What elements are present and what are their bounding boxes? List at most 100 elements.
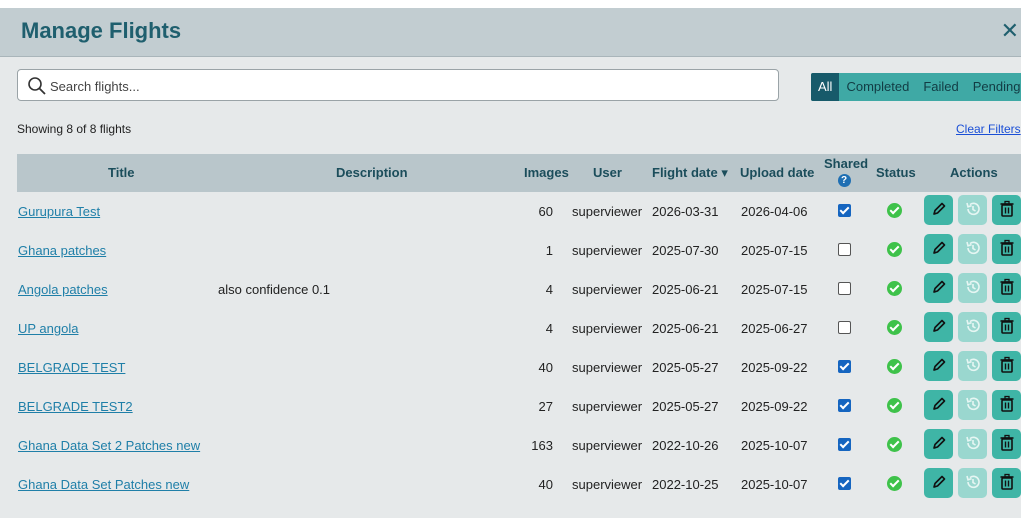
- shared-label: Shared: [824, 156, 869, 171]
- flight-images-count: 4: [545, 321, 553, 336]
- flight-user: superviewer: [572, 360, 643, 375]
- check-circle-icon: [887, 203, 902, 218]
- flight-date: 2026-03-31: [652, 204, 719, 219]
- column-flight-date[interactable]: Flight date ▾: [652, 165, 728, 181]
- edit-button[interactable]: [924, 468, 953, 498]
- flight-date: 2025-06-21: [652, 321, 719, 336]
- check-circle-icon: [887, 320, 902, 335]
- delete-button[interactable]: [992, 351, 1021, 381]
- flight-images-count: 27: [538, 399, 553, 414]
- upload-date: 2026-04-06: [741, 204, 808, 219]
- check-circle-icon: [887, 476, 902, 491]
- delete-button[interactable]: [992, 195, 1021, 225]
- delete-button[interactable]: [992, 468, 1021, 498]
- filter-completed[interactable]: Completed: [839, 73, 916, 101]
- pencil-icon: [931, 279, 947, 298]
- edit-button[interactable]: [924, 351, 953, 381]
- clear-filters-link[interactable]: Clear Filters: [956, 122, 1021, 136]
- restore-button[interactable]: [958, 234, 987, 264]
- restore-button[interactable]: [958, 429, 987, 459]
- trash-icon: [999, 239, 1015, 260]
- filter-failed[interactable]: Failed: [916, 73, 965, 101]
- flight-images-count: 163: [531, 438, 553, 453]
- history-icon: [964, 434, 982, 455]
- search-input[interactable]: [48, 75, 752, 97]
- flight-title-link[interactable]: Ghana Data Set 2 Patches new: [18, 438, 200, 453]
- close-icon[interactable]: ✕: [1001, 18, 1019, 44]
- restore-button[interactable]: [958, 390, 987, 420]
- flight-title-link[interactable]: BELGRADE TEST2: [18, 399, 133, 414]
- edit-button[interactable]: [924, 312, 953, 342]
- edit-button[interactable]: [924, 273, 953, 303]
- upload-date: 2025-06-27: [741, 321, 808, 336]
- edit-button[interactable]: [924, 234, 953, 264]
- pencil-icon: [931, 357, 947, 376]
- filter-pending[interactable]: Pending: [966, 73, 1021, 101]
- shared-checkbox[interactable]: [838, 243, 851, 256]
- flight-user: superviewer: [572, 243, 643, 258]
- trash-icon: [999, 473, 1015, 494]
- question-icon[interactable]: ?: [837, 174, 851, 187]
- pencil-icon: [931, 201, 947, 220]
- table-row: Gurupura Test 60 superviewer 2026-03-31 …: [0, 192, 1021, 231]
- column-title[interactable]: Title: [108, 165, 135, 180]
- column-images[interactable]: Images: [524, 165, 569, 180]
- shared-checkbox[interactable]: [838, 438, 851, 451]
- delete-button[interactable]: [992, 312, 1021, 342]
- column-upload-date[interactable]: Upload date: [740, 165, 814, 180]
- search-icon: [28, 77, 46, 95]
- history-icon: [964, 278, 982, 299]
- shared-checkbox[interactable]: [838, 399, 851, 412]
- restore-button[interactable]: [958, 312, 987, 342]
- edit-button[interactable]: [924, 195, 953, 225]
- delete-button[interactable]: [992, 429, 1021, 459]
- shared-checkbox[interactable]: [838, 204, 851, 217]
- flights-table-body: Gurupura Test 60 superviewer 2026-03-31 …: [0, 192, 1021, 504]
- flight-images-count: 4: [545, 282, 553, 297]
- trash-icon: [999, 434, 1015, 455]
- flight-date: 2025-05-27: [652, 360, 719, 375]
- delete-button[interactable]: [992, 273, 1021, 303]
- edit-button[interactable]: [924, 390, 953, 420]
- flight-title-link[interactable]: UP angola: [18, 321, 78, 336]
- shared-checkbox[interactable]: [838, 360, 851, 373]
- upload-date: 2025-10-07: [741, 477, 808, 492]
- flight-date: 2022-10-25: [652, 477, 719, 492]
- delete-button[interactable]: [992, 234, 1021, 264]
- flight-title-link[interactable]: Ghana Data Set Patches new: [18, 477, 189, 492]
- flight-title-link[interactable]: BELGRADE TEST: [18, 360, 125, 375]
- shared-checkbox[interactable]: [838, 321, 851, 334]
- flight-title-link[interactable]: Ghana patches: [18, 243, 106, 258]
- shared-checkbox[interactable]: [838, 477, 851, 490]
- history-icon: [964, 356, 982, 377]
- history-icon: [964, 200, 982, 221]
- flight-title-link[interactable]: Angola patches: [18, 282, 108, 297]
- restore-button[interactable]: [958, 195, 987, 225]
- delete-button[interactable]: [992, 390, 1021, 420]
- manage-flights-modal: Manage Flights ✕ All Completed Failed Pe…: [0, 8, 1021, 518]
- restore-button[interactable]: [958, 351, 987, 381]
- upload-date: 2025-07-15: [741, 243, 808, 258]
- modal-header: Manage Flights ✕: [0, 8, 1021, 57]
- column-actions: Actions: [950, 165, 998, 180]
- flight-title-link[interactable]: Gurupura Test: [18, 204, 100, 219]
- flight-date: 2025-07-30: [652, 243, 719, 258]
- trash-icon: [999, 356, 1015, 377]
- status-filter-group: All Completed Failed Pending: [811, 73, 1021, 101]
- table-row: Angola patches also confidence 0.1 4 sup…: [0, 270, 1021, 309]
- trash-icon: [999, 317, 1015, 338]
- flight-images-count: 40: [538, 360, 553, 375]
- edit-button[interactable]: [924, 429, 953, 459]
- search-box[interactable]: [17, 69, 779, 101]
- shared-checkbox[interactable]: [838, 282, 851, 295]
- table-row: Ghana patches 1 superviewer 2025-07-30 2…: [0, 231, 1021, 270]
- column-user[interactable]: User: [593, 165, 622, 180]
- upload-date: 2025-09-22: [741, 360, 808, 375]
- restore-button[interactable]: [958, 273, 987, 303]
- filter-all[interactable]: All: [811, 73, 840, 101]
- flight-images-count: 40: [538, 477, 553, 492]
- column-description[interactable]: Description: [336, 165, 408, 180]
- upload-date: 2025-10-07: [741, 438, 808, 453]
- restore-button[interactable]: [958, 468, 987, 498]
- flight-user: superviewer: [572, 399, 643, 414]
